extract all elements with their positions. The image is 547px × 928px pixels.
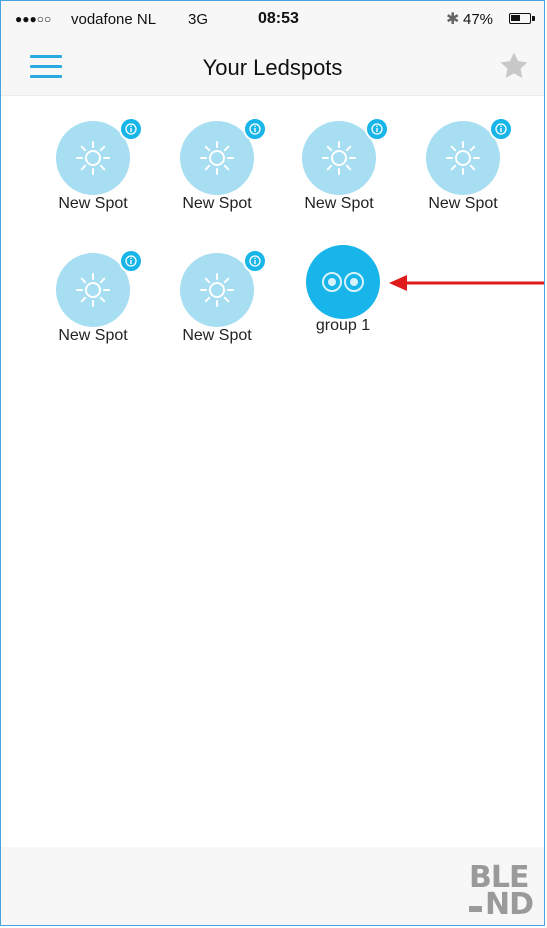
spot-circle: [302, 117, 389, 195]
spot-label: New Spot: [58, 195, 128, 212]
star-icon[interactable]: [497, 49, 531, 83]
spot-tile[interactable]: New Spot: [38, 117, 148, 231]
annotation-arrow: [389, 275, 544, 291]
info-icon[interactable]: [489, 117, 513, 141]
battery-icon: [509, 13, 535, 24]
spot-circle: [426, 117, 513, 195]
spot-label: New Spot: [428, 195, 498, 212]
group-circle: [306, 245, 380, 319]
app-frame: ●●●○○ vodafone NL 3G 08:53 ✱ 47% Your Le…: [0, 0, 545, 926]
spot-label: New Spot: [182, 327, 252, 344]
bluetooth-icon: ✱: [446, 11, 460, 28]
info-icon[interactable]: [243, 117, 267, 141]
spot-tile[interactable]: New Spot: [284, 117, 394, 231]
footer-bar: [1, 847, 544, 925]
network-type: 3G: [188, 11, 209, 28]
spot-label: New Spot: [58, 327, 128, 344]
carrier-name: vodafone NL: [71, 11, 157, 28]
info-icon[interactable]: [119, 249, 143, 273]
status-time: 08:53: [258, 10, 299, 27]
spot-circle: [56, 249, 143, 327]
spot-circle: [56, 117, 143, 195]
signal-strength: ●●●○○: [15, 12, 52, 26]
info-icon[interactable]: [365, 117, 389, 141]
spot-tile[interactable]: New Spot: [162, 249, 272, 363]
spot-tile[interactable]: New Spot: [408, 117, 518, 231]
blend-logo: BLE ND: [469, 860, 534, 922]
status-bar: ●●●○○ vodafone NL 3G 08:53 ✱ 47%: [1, 1, 544, 39]
group-label: group 1: [315, 317, 371, 334]
spot-circle: [180, 117, 267, 195]
info-icon[interactable]: [119, 117, 143, 141]
battery-percentage: 47%: [463, 11, 494, 28]
spot-tile[interactable]: New Spot: [162, 117, 272, 231]
nav-bar: Your Ledspots: [1, 39, 544, 96]
group-tile[interactable]: group 1: [288, 245, 398, 355]
spot-tile[interactable]: New Spot: [38, 249, 148, 363]
group-icon: [322, 272, 364, 292]
spot-label: New Spot: [304, 195, 374, 212]
info-icon[interactable]: [243, 249, 267, 273]
spot-circle: [180, 249, 267, 327]
spot-label: New Spot: [182, 195, 252, 212]
page-title: Your Ledspots: [202, 55, 343, 80]
